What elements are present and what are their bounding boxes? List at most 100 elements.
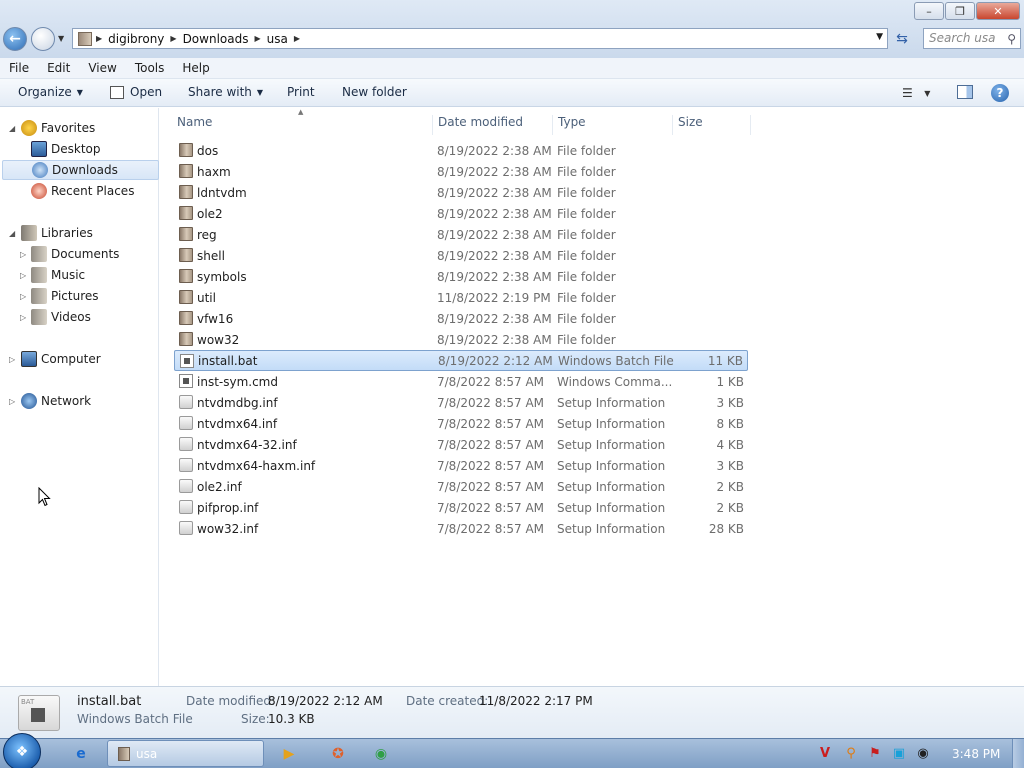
nav-pictures[interactable]: ▷ Pictures [0,286,157,306]
nav-favorites-label: Favorites [41,121,96,135]
file-size: 3 KB [716,395,744,410]
clock[interactable]: 3:48 PM [952,747,1000,761]
file-row[interactable]: ldntvdm 8/19/2022 2:38 AM File folder [174,182,748,203]
preview-pane-icon[interactable] [957,85,973,99]
breadcrumb-usa[interactable]: usa [261,32,294,46]
file-type: Setup Information [557,479,666,494]
file-row[interactable]: ntvdmx64-32.inf 7/8/2022 8:57 AM Setup Inf… [174,434,748,455]
nav-documents[interactable]: ▷ Documents [0,244,157,264]
file-date-modified: 8/19/2022 2:38 AM [437,311,552,326]
monitor-tray-icon[interactable]: ▣ [891,745,907,761]
flag-tray-icon[interactable]: ⚑ [867,745,883,761]
search-input[interactable]: Search usa ⚲ [923,28,1021,49]
file-row[interactable]: pifprop.inf 7/8/2022 8:57 AM Setup Informa… [174,497,748,518]
collapsed-arrow-icon[interactable]: ▷ [9,397,15,406]
file-row[interactable]: wow32.inf 7/8/2022 8:57 AM Setup Informati… [174,518,748,539]
nav-computer[interactable]: ▷ Computer [0,349,157,369]
batch-file-icon-text: BAT [21,698,35,706]
expand-arrow-icon[interactable]: ◢ [9,124,15,133]
change-view-button[interactable]: ☰ ▼ [902,86,930,100]
forward-button[interactable] [31,27,55,51]
file-row[interactable]: reg 8/19/2022 2:38 AM File folder [174,224,748,245]
menu-tools[interactable]: Tools [126,61,174,75]
breadcrumb-downloads[interactable]: Downloads [177,32,255,46]
file-row[interactable]: dos 8/19/2022 2:38 AM File folder [174,140,748,161]
file-date-modified: 7/8/2022 8:57 AM [437,521,545,536]
maximize-button[interactable]: ❐ [945,2,975,20]
antivirus-tray-icon[interactable]: V [817,745,833,761]
organize-button[interactable]: Organize ▼ [18,85,83,99]
column-type[interactable]: Type [554,115,673,135]
menu-help[interactable]: Help [173,61,218,75]
breadcrumb-digibrony[interactable]: digibrony [102,32,170,46]
file-size: 2 KB [716,500,744,515]
new-folder-button[interactable]: New folder [342,85,407,99]
collapsed-arrow-icon[interactable]: ▷ [20,250,26,259]
menu-edit[interactable]: Edit [38,61,79,75]
search-icon[interactable]: ⚲ [1007,32,1016,46]
file-row[interactable]: wow32 8/19/2022 2:38 AM File folder [174,329,748,350]
setup-information-icon [179,521,193,535]
menu-file[interactable]: File [0,61,38,75]
chrome-icon[interactable]: ◉ [361,742,401,766]
file-row[interactable]: ntvdmx64-haxm.inf 7/8/2022 8:57 AM Setup I… [174,455,748,476]
open-button[interactable]: Open [110,85,162,99]
address-bar[interactable]: ▶ digibrony ▶ Downloads ▶ usa ▶ ▼ [72,28,888,49]
file-row[interactable]: haxm 8/19/2022 2:38 AM File folder [174,161,748,182]
nav-downloads[interactable]: Downloads [2,160,159,180]
search-tray-icon[interactable]: ⚲ [843,745,859,761]
recent-pages-dropdown-icon[interactable]: ▼ [58,34,64,43]
file-row[interactable]: shell 8/19/2022 2:38 AM File folder [174,245,748,266]
file-date-modified: 8/19/2022 2:38 AM [437,164,552,179]
expand-arrow-icon[interactable]: ◢ [9,229,15,238]
nav-desktop[interactable]: Desktop [0,139,157,159]
file-name: ntvdmx64-32.inf [197,437,297,452]
collapsed-arrow-icon[interactable]: ▷ [9,355,15,364]
file-type: File folder [557,143,616,158]
taskbar-explorer-window[interactable]: usa [107,740,264,767]
file-row[interactable]: inst-sym.cmd 7/8/2022 8:57 AM Windows Comm… [174,371,748,392]
file-row[interactable]: ntvdmdbg.inf 7/8/2022 8:57 AM Setup Inform… [174,392,748,413]
file-row[interactable]: ntvdmx64.inf 7/8/2022 8:57 AM Setup Inform… [174,413,748,434]
file-row[interactable]: symbols 8/19/2022 2:38 AM File folder [174,266,748,287]
file-row[interactable]: vfw16 8/19/2022 2:38 AM File folder [174,308,748,329]
collapsed-arrow-icon[interactable]: ▷ [20,271,26,280]
file-row[interactable]: util 11/8/2022 2:19 PM File folder [174,287,748,308]
file-name: install.bat [198,353,258,368]
collapsed-arrow-icon[interactable]: ▷ [20,292,26,301]
help-icon[interactable]: ? [991,84,1009,102]
file-row[interactable]: ole2 8/19/2022 2:38 AM File folder [174,203,748,224]
collapsed-arrow-icon[interactable]: ▷ [20,313,26,322]
record-tray-icon[interactable]: ◉ [915,745,931,761]
file-row[interactable]: install.bat 8/19/2022 2:12 AM Windows Batc… [174,350,748,371]
share-with-button[interactable]: Share with ▼ [188,85,263,99]
app-icon[interactable]: ✪ [318,742,358,766]
nav-videos[interactable]: ▷ Videos [0,307,157,327]
address-history-dropdown-icon[interactable]: ▼ [876,32,883,42]
minimize-button[interactable]: – [914,2,944,20]
media-player-icon[interactable]: ▶ [269,742,309,766]
nav-favorites[interactable]: ◢ Favorites [0,118,157,138]
print-button[interactable]: Print [287,85,315,99]
menu-view[interactable]: View [79,61,125,75]
column-name[interactable]: Name [173,115,433,135]
column-date-modified[interactable]: Date modified [434,115,553,135]
back-button[interactable]: ← [3,27,27,51]
refresh-icon[interactable]: ⇆ [890,29,914,49]
nav-libraries[interactable]: ◢ Libraries [0,223,157,243]
show-desktop-button[interactable] [1012,739,1024,768]
file-row[interactable]: ole2.inf 7/8/2022 8:57 AM Setup Informatio… [174,476,748,497]
file-name: ldntvdm [197,185,247,200]
details-file-name: install.bat [77,694,142,709]
chevron-right-icon[interactable]: ▶ [294,34,300,43]
internet-explorer-icon[interactable]: e [61,742,101,766]
nav-recent-places[interactable]: Recent Places [0,181,157,201]
nav-music[interactable]: ▷ Music [0,265,157,285]
close-button[interactable]: ✕ [976,2,1020,20]
start-button[interactable]: ❖ [3,733,41,768]
column-size[interactable]: Size [674,115,751,135]
nav-network[interactable]: ▷ Network [0,391,157,411]
file-name: util [197,290,216,305]
folder-icon [179,227,193,241]
file-name: ntvdmdbg.inf [197,395,278,410]
